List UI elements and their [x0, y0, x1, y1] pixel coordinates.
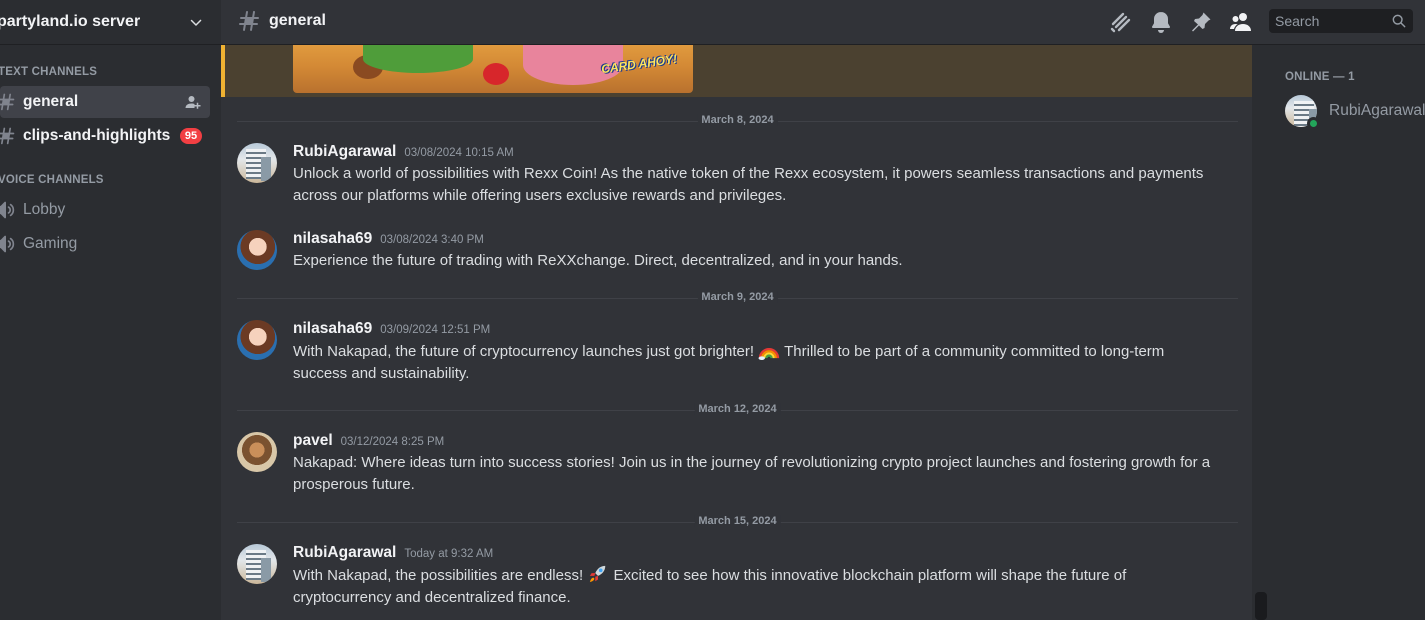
date-divider: March 12, 2024: [237, 403, 1238, 415]
member-item[interactable]: RubiAgarawal: [1285, 91, 1425, 131]
avatar[interactable]: [237, 230, 277, 270]
search-bar[interactable]: [1269, 9, 1413, 33]
search-input[interactable]: [1275, 13, 1385, 29]
channel-label: general: [23, 93, 79, 110]
embed-image[interactable]: CARD AHOY!: [293, 45, 693, 93]
channel-clips-and-highlights[interactable]: clips-and-highlights 95: [0, 120, 210, 152]
hash-icon: [0, 127, 15, 145]
pin-icon[interactable]: [1189, 10, 1213, 34]
message-author[interactable]: nilasaha69: [293, 230, 372, 248]
server-header[interactable]: partyland.io server: [0, 0, 221, 45]
voice-channel-gaming[interactable]: Gaming: [0, 228, 210, 260]
avatar[interactable]: [237, 320, 277, 360]
date-divider: March 15, 2024: [237, 515, 1238, 527]
speaker-icon: [0, 235, 15, 253]
message-timestamp: Today at 9:32 AM: [404, 548, 494, 560]
member-name: RubiAgarawal: [1329, 102, 1425, 119]
avatar[interactable]: [237, 544, 277, 584]
message-author[interactable]: nilasaha69: [293, 320, 372, 338]
channel-sidebar: partyland.io server TEXT CHANNELS genera…: [0, 0, 221, 620]
avatar[interactable]: [237, 143, 277, 183]
message-content: Nakapad: Where ideas turn into success s…: [293, 454, 1211, 493]
create-invite-icon[interactable]: [184, 93, 202, 111]
date-divider-label: March 8, 2024: [697, 114, 778, 126]
message-content: Experience the future of trading with Re…: [293, 252, 903, 269]
message-author[interactable]: RubiAgarawal: [293, 544, 396, 562]
member-list-icon[interactable]: [1229, 10, 1253, 34]
chevron-down-icon[interactable]: [187, 13, 205, 31]
scrollbar-thumb[interactable]: [1255, 592, 1267, 620]
message-list: CARD AHOY! March 8, 2024 RubiAgarawal 03…: [221, 45, 1252, 620]
date-divider: March 8, 2024: [237, 114, 1238, 126]
embed-art-creature: [483, 63, 509, 85]
rocket-emoji-icon: [590, 565, 606, 583]
notification-bell-icon[interactable]: [1149, 10, 1173, 34]
message-text: With Nakapad, the possibilities are endl…: [293, 567, 588, 584]
online-status-icon: [1307, 117, 1320, 130]
channel-label: Gaming: [23, 235, 78, 252]
voice-channels-category[interactable]: VOICE CHANNELS: [0, 174, 104, 186]
message-content: With Nakapad, the possibilities are endl…: [293, 564, 1213, 609]
message-content: With Nakapad, the future of cryptocurren…: [293, 340, 1213, 385]
channel-header: general: [221, 0, 1425, 45]
message-content: Unlock a world of possibilities with Rex…: [293, 165, 1204, 204]
channel-general[interactable]: general: [0, 86, 210, 118]
search-icon: [1392, 14, 1406, 28]
channel-label: clips-and-highlights: [23, 127, 171, 144]
speaker-icon: [0, 201, 15, 219]
message-timestamp: 03/12/2024 8:25 PM: [340, 436, 445, 448]
date-divider-label: March 9, 2024: [697, 291, 778, 303]
member-list: ONLINE — 1 RubiAgarawal: [1268, 45, 1425, 620]
avatar[interactable]: [237, 432, 277, 472]
avatar: [1285, 95, 1320, 130]
message-author[interactable]: pavel: [293, 432, 333, 450]
message-timestamp: 03/09/2024 12:51 PM: [380, 324, 491, 336]
channel-label: Lobby: [23, 201, 66, 218]
server-name: partyland.io server: [0, 13, 141, 30]
channel-title: general: [269, 12, 326, 29]
online-count-label: ONLINE — 1: [1285, 71, 1355, 83]
hash-icon: [0, 93, 15, 111]
date-divider: March 9, 2024: [237, 291, 1238, 303]
unread-mention-badge: 95: [180, 128, 202, 144]
date-divider-label: March 12, 2024: [694, 403, 781, 415]
threads-icon[interactable]: [1109, 10, 1133, 34]
message-author[interactable]: RubiAgarawal: [293, 143, 396, 161]
message-timestamp: 03/08/2024 10:15 AM: [404, 147, 514, 159]
text-channels-category[interactable]: TEXT CHANNELS: [0, 66, 97, 78]
embed-art-turtle: [363, 45, 473, 73]
message-text: With Nakapad, the future of cryptocurren…: [293, 343, 759, 360]
voice-channel-lobby[interactable]: Lobby: [0, 194, 210, 226]
message-timestamp: 03/08/2024 3:40 PM: [380, 234, 484, 246]
scrollbar-track[interactable]: [1252, 45, 1268, 620]
hash-icon: [239, 10, 259, 31]
date-divider-label: March 15, 2024: [694, 515, 781, 527]
highlight-border: [221, 45, 225, 97]
message-embed-highlight: CARD AHOY!: [221, 45, 1252, 97]
rainbow-emoji-icon: [758, 348, 780, 360]
